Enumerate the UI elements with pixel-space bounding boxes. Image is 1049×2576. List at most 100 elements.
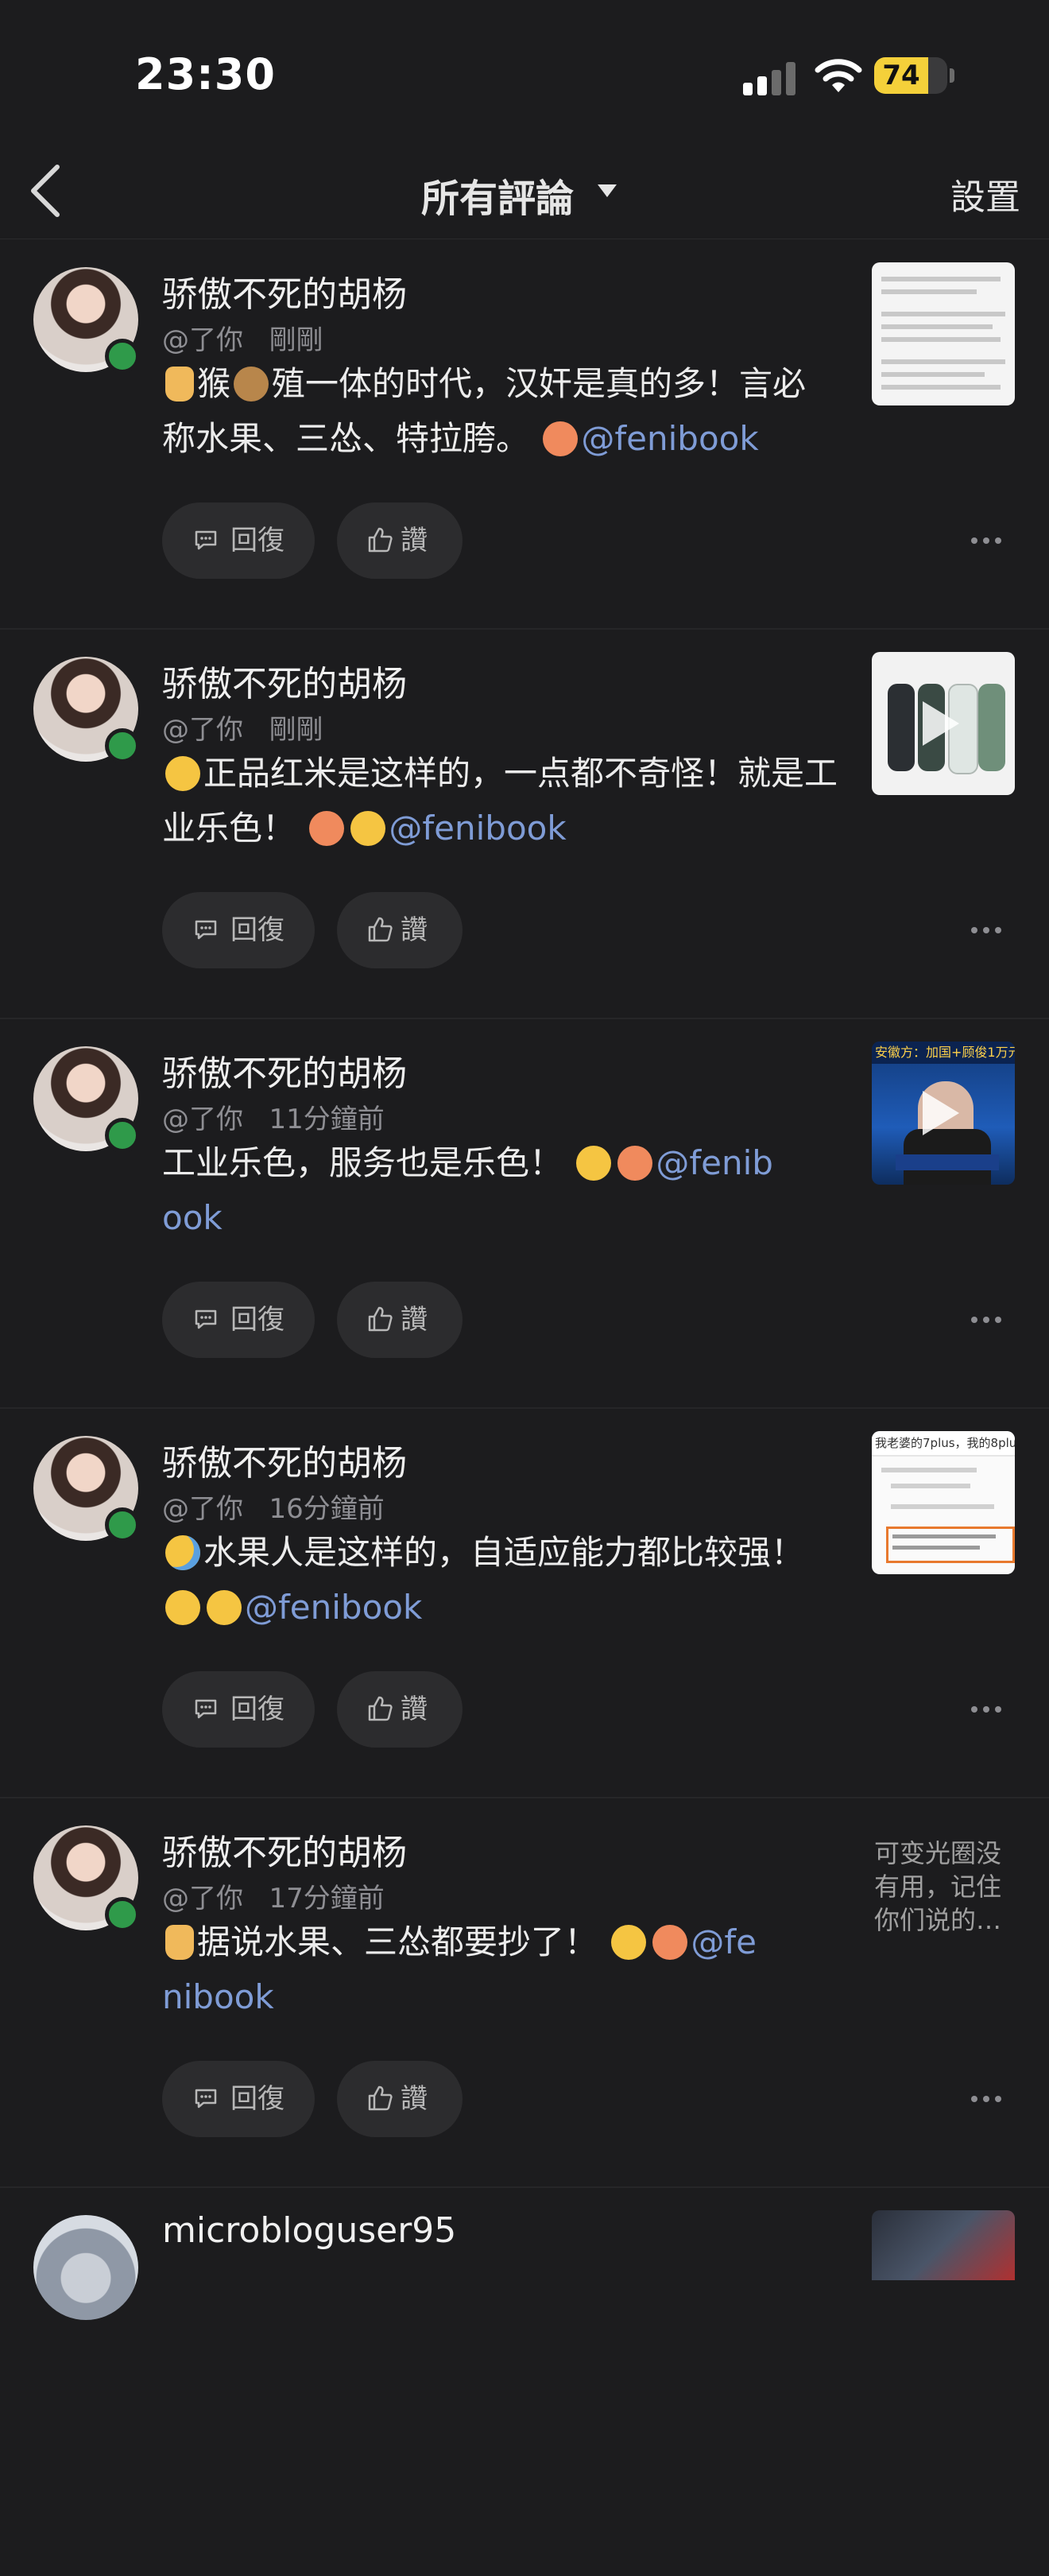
- thumbs-up-icon: [368, 1306, 393, 1332]
- comment-item: 骄傲不死的胡杨 @了你 11分鐘前 工业乐色，服务也是乐色！ @fenib ook…: [0, 1018, 1049, 1409]
- comment-item: 骄傲不死的胡杨 @了你 剛剛 猴殖一体的时代，汉奸是真的多！言必称水果、三怂、特…: [0, 239, 1049, 630]
- comment-text-part: 水果人是这样的，自适应能力都比较强！: [203, 1533, 805, 1572]
- mention-link-continued[interactable]: nibook: [162, 1977, 274, 2016]
- like-button[interactable]: 讚: [337, 1282, 463, 1358]
- comment-mention-prefix: @了你: [162, 324, 243, 356]
- comment-time: 11分鐘前: [269, 1104, 385, 1135]
- grinning-emoji-icon: [576, 1146, 612, 1181]
- comment-username[interactable]: 骄傲不死的胡杨: [162, 1824, 407, 1875]
- battery-level: 74: [882, 60, 920, 91]
- like-button[interactable]: 讚: [337, 892, 463, 968]
- filter-dropdown-title[interactable]: 所有評論: [421, 167, 574, 223]
- thumbnail-caption: 我老婆的7plus，我的8plus: [875, 1436, 1015, 1450]
- laughing-crying-emoji-icon: [165, 1535, 200, 1570]
- post-thumbnail[interactable]: [872, 2210, 1015, 2280]
- reply-icon: [195, 920, 217, 940]
- comment-mention-prefix: @了你: [162, 1883, 243, 1915]
- mention-link[interactable]: @fenibook: [389, 809, 566, 848]
- comment-item: 骄傲不死的胡杨 @了你 17分鐘前 据说水果、三怂都要抄了！ @fe nibook…: [0, 1797, 1049, 2188]
- comment-meta: @了你 16分鐘前: [162, 1487, 385, 1526]
- reply-button[interactable]: 回復: [162, 1671, 315, 1748]
- comment-text: 猴殖一体的时代，汉奸是真的多！言必称水果、三怂、特拉胯。 @fenibook: [162, 356, 838, 466]
- reply-button[interactable]: 回復: [162, 1282, 315, 1358]
- more-options-icon[interactable]: [971, 2083, 1003, 2115]
- comment-mention-prefix: @了你: [162, 1104, 243, 1135]
- comment-meta: @了你 17分鐘前: [162, 1876, 385, 1915]
- reply-icon: [195, 530, 217, 550]
- thumbs-up-icon: [368, 917, 393, 942]
- grinning-emoji-icon: [611, 1925, 647, 1960]
- reply-icon: [195, 2089, 217, 2109]
- battery-cap: [950, 68, 954, 83]
- comment-time: 剛剛: [269, 714, 323, 746]
- mention-link[interactable]: @fenib: [656, 1143, 773, 1182]
- post-thumbnail[interactable]: 安徽方：加国+顾俊1万元: [872, 1042, 1015, 1185]
- comment-text: 工业乐色，服务也是乐色！ @fenib ook: [162, 1135, 838, 1245]
- blowing-kiss-emoji-icon: [543, 421, 579, 456]
- more-options-icon[interactable]: [971, 914, 1003, 946]
- reply-label: 回復: [230, 525, 285, 557]
- comment-username[interactable]: microbloguser95: [162, 2210, 456, 2251]
- comment-time: 16分鐘前: [269, 1493, 385, 1525]
- comment-time: 剛剛: [269, 324, 323, 356]
- comment-text-part: 据说水果、三怂都要抄了！: [197, 1922, 598, 1961]
- chevron-down-icon[interactable]: [598, 184, 617, 197]
- avatar[interactable]: [33, 2215, 138, 2320]
- grinning-emoji-icon: [165, 756, 200, 791]
- online-status-icon: [105, 339, 140, 374]
- comment-text-part: 工业乐色，服务也是乐色！: [162, 1143, 563, 1182]
- post-thumbnail[interactable]: [872, 262, 1015, 405]
- smiling-emoji-icon: [207, 1590, 242, 1625]
- more-options-icon[interactable]: [971, 1693, 1003, 1725]
- comment-item: microbloguser95: [0, 2186, 1049, 2576]
- reply-button[interactable]: 回復: [162, 2061, 315, 2137]
- original-post-snippet[interactable]: 可变光圈没有用，记住你们说的…: [874, 1837, 1025, 1937]
- reply-button[interactable]: 回復: [162, 892, 315, 968]
- mention-link-continued[interactable]: ook: [162, 1198, 223, 1237]
- like-button[interactable]: 讚: [337, 1671, 463, 1748]
- thumbs-up-emoji-icon: [165, 367, 194, 402]
- thumbs-up-icon: [368, 527, 393, 553]
- status-bar: 23:30 74: [0, 0, 1049, 143]
- battery-icon: 74: [874, 57, 947, 94]
- like-label: 讚: [401, 1693, 428, 1725]
- like-button[interactable]: 讚: [337, 502, 463, 579]
- comment-text: 据说水果、三怂都要抄了！ @fe nibook: [162, 1915, 838, 2024]
- online-status-icon: [105, 1897, 140, 1932]
- comment-time: 17分鐘前: [269, 1883, 385, 1915]
- comment-username[interactable]: 骄傲不死的胡杨: [162, 1045, 407, 1096]
- reply-icon: [195, 1699, 217, 1719]
- like-label: 讚: [401, 914, 428, 946]
- more-options-icon[interactable]: [971, 525, 1003, 557]
- like-button[interactable]: 讚: [337, 2061, 463, 2137]
- comment-mention-prefix: @了你: [162, 714, 243, 746]
- wifi-icon: [815, 59, 862, 92]
- thumbs-up-emoji-icon: [165, 1925, 194, 1960]
- settings-button[interactable]: 設置: [950, 169, 1020, 219]
- comment-meta: @了你 剛剛: [162, 708, 323, 747]
- like-label: 讚: [401, 1304, 428, 1336]
- mention-link[interactable]: @fe: [691, 1922, 757, 1961]
- reply-button[interactable]: 回復: [162, 502, 315, 579]
- comment-item: 骄傲不死的胡杨 @了你 16分鐘前 水果人是这样的，自适应能力都比较强！ @fe…: [0, 1407, 1049, 1798]
- cellular-signal-icon: [743, 62, 807, 95]
- comment-username[interactable]: 骄傲不死的胡杨: [162, 266, 407, 316]
- mention-link[interactable]: @fenibook: [581, 419, 758, 458]
- reply-label: 回復: [230, 2083, 285, 2115]
- grinning-emoji-icon: [165, 1590, 200, 1625]
- post-thumbnail[interactable]: [872, 652, 1015, 795]
- back-icon[interactable]: [22, 162, 70, 219]
- comment-username[interactable]: 骄傲不死的胡杨: [162, 655, 407, 706]
- mention-link[interactable]: @fenibook: [245, 1588, 422, 1627]
- blowing-kiss-emoji-icon: [617, 1146, 653, 1181]
- post-thumbnail[interactable]: 我老婆的7plus，我的8plus: [872, 1431, 1015, 1574]
- more-options-icon[interactable]: [971, 1304, 1003, 1336]
- thumbs-up-icon: [368, 2085, 393, 2111]
- nav-bar: 所有評論 設置: [0, 143, 1049, 239]
- blowing-kiss-emoji-icon: [652, 1925, 688, 1960]
- online-status-icon: [105, 728, 140, 763]
- comment-username[interactable]: 骄傲不死的胡杨: [162, 1434, 407, 1485]
- like-label: 讚: [401, 2083, 428, 2115]
- blowing-kiss-emoji-icon: [309, 811, 345, 846]
- thumbnail-caption: 安徽方：加国+顾俊1万元: [875, 1045, 1015, 1060]
